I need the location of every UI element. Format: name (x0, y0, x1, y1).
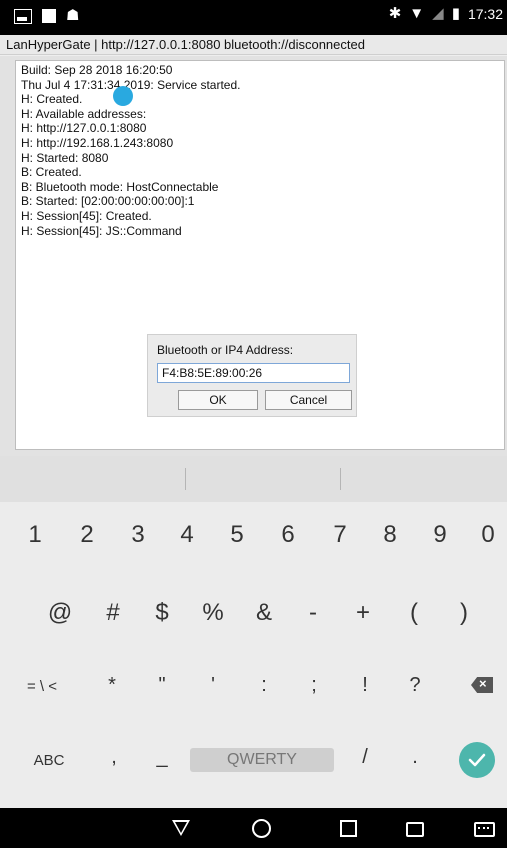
ok-button[interactable]: OK (178, 390, 258, 410)
key-9[interactable]: 9 (420, 521, 460, 549)
log-line: Thu Jul 4 17:31:34 2019: Service started… (21, 77, 241, 92)
status-bar: ☗ ✱ ▼ ◢ ▮ 17:32 (0, 0, 507, 35)
suggestion-divider (185, 468, 186, 490)
battery-icon: ▮ (451, 5, 460, 22)
space-key[interactable]: QWERTY (190, 748, 334, 772)
log-line: H: Created. (21, 92, 83, 107)
backspace-icon[interactable]: × (471, 677, 493, 693)
clock: 17:32 (467, 6, 503, 22)
key-single-quote[interactable]: ' (193, 674, 233, 697)
key-2[interactable]: 2 (67, 521, 107, 549)
cancel-button[interactable]: Cancel (265, 390, 352, 410)
key-double-quote[interactable]: " (142, 674, 182, 697)
key-4[interactable]: 4 (167, 521, 207, 549)
log-line: B: Bluetooth mode: HostConnectable (21, 179, 219, 194)
key-open-paren[interactable]: ( (394, 599, 434, 627)
key-semicolon[interactable]: ; (294, 674, 334, 697)
key-0[interactable]: 0 (468, 521, 507, 549)
key-8[interactable]: 8 (370, 521, 410, 549)
key-more-symbols[interactable]: = \ < (18, 678, 66, 695)
key-dollar[interactable]: $ (142, 599, 182, 627)
key-minus[interactable]: - (293, 599, 333, 627)
key-7[interactable]: 7 (320, 521, 360, 549)
no-signal-icon: ◢ (432, 5, 444, 22)
key-1[interactable]: 1 (15, 521, 55, 549)
suggestion-strip (0, 456, 507, 502)
address-dialog: Bluetooth or IP4 Address: OK Cancel (147, 334, 357, 417)
key-underscore[interactable]: _ (142, 746, 182, 769)
wifi-icon: ▼ (409, 5, 425, 22)
key-hash[interactable]: # (93, 599, 133, 627)
log-line: H: Session[45]: Created. (21, 208, 152, 223)
square-notification-icon (42, 9, 56, 23)
key-abc[interactable]: ABC (25, 752, 73, 769)
key-6[interactable]: 6 (268, 521, 308, 549)
keyboard-switch-icon[interactable] (474, 822, 495, 837)
recents-icon[interactable] (340, 820, 357, 837)
key-ampersand[interactable]: & (244, 599, 284, 627)
address-input[interactable] (157, 363, 350, 383)
android-debug-icon: ☗ (66, 7, 80, 24)
checkmark-icon (468, 753, 486, 767)
log-line: B: Created. (21, 165, 82, 180)
key-3[interactable]: 3 (118, 521, 158, 549)
suggestion-divider (340, 468, 341, 490)
image-notification-icon (14, 8, 32, 24)
enter-button[interactable] (459, 742, 495, 778)
navigation-bar (0, 808, 507, 848)
screen-rotate-icon[interactable] (406, 822, 424, 837)
log-line: H: http://192.168.1.243:8080 (21, 135, 174, 150)
key-exclamation[interactable]: ! (345, 674, 385, 697)
key-comma[interactable]: , (94, 746, 134, 769)
log-line: B: Started: [02:00:00:00:00:00]:1 (21, 194, 195, 209)
key-close-paren[interactable]: ) (444, 599, 484, 627)
log-line: H: Session[45]: JS::Command (21, 223, 182, 238)
key-question[interactable]: ? (395, 674, 435, 697)
key-asterisk[interactable]: * (92, 674, 132, 697)
key-slash[interactable]: / (345, 746, 385, 769)
key-5[interactable]: 5 (217, 521, 257, 549)
bluetooth-icon: ✱ (388, 5, 402, 22)
soft-keyboard: 1 2 3 4 5 6 7 8 9 0 @ # $ % & - + ( ) = … (0, 456, 507, 808)
key-at[interactable]: @ (40, 599, 80, 627)
key-percent[interactable]: % (193, 599, 233, 627)
key-plus[interactable]: + (343, 599, 383, 627)
address-label: Bluetooth or IP4 Address: (157, 343, 294, 357)
log-line: H: Available addresses: (21, 106, 147, 121)
home-icon[interactable] (252, 819, 271, 838)
back-icon-inner (175, 822, 187, 833)
key-period[interactable]: . (395, 746, 435, 769)
log-line: H: Started: 8080 (21, 150, 109, 165)
touch-indicator (113, 86, 133, 106)
window-title: LanHyperGate | http://127.0.0.1:8080 blu… (0, 35, 507, 55)
key-colon[interactable]: : (244, 674, 284, 697)
log-line: Build: Sep 28 2018 16:20:50 (21, 63, 173, 77)
log-line: H: http://127.0.0.1:8080 (21, 121, 147, 136)
